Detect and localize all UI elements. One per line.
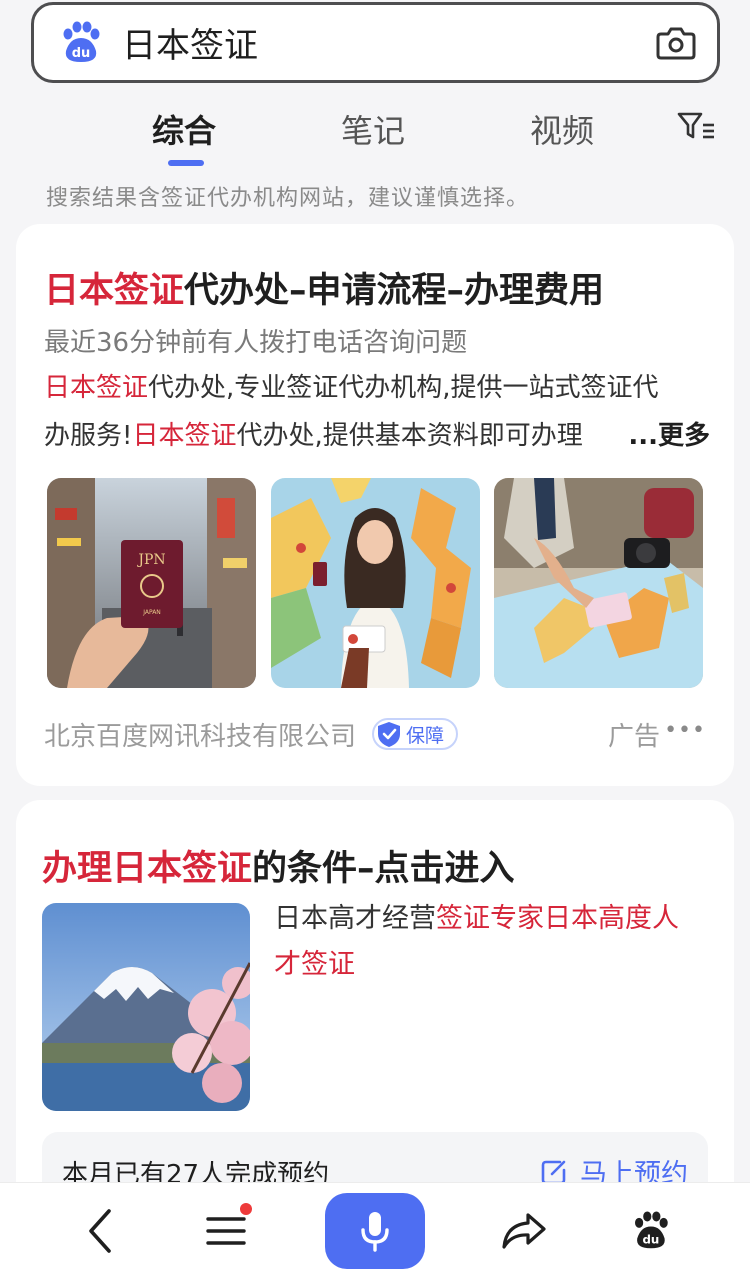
desc-text: 代办处,提供基本资料即可办理 xyxy=(236,421,583,451)
result-description: 日本签证代办处,专业签证代办机构,提供一站式签证代 办服务!日本签证代办处,提供… xyxy=(44,364,710,460)
advertiser-name[interactable]: 北京百度网讯科技有限公司 xyxy=(44,716,356,753)
passport-sublabel: JAPAN xyxy=(142,609,161,616)
mic-button-bg xyxy=(325,1193,425,1269)
microphone-icon xyxy=(361,1212,389,1252)
search-input[interactable]: 日本签证 xyxy=(122,18,653,67)
svg-text:du: du xyxy=(642,1233,659,1247)
guarantee-badge[interactable]: 保障 xyxy=(372,718,459,750)
more-options-icon[interactable]: ••• xyxy=(664,718,706,743)
title-keyword: 办理日本签证 xyxy=(42,849,253,889)
image-strip: JPN JAPAN xyxy=(47,478,703,688)
ad-footer: 北京百度网讯科技有限公司 保障 广告 ••• xyxy=(44,714,708,754)
map-planning-image[interactable] xyxy=(494,478,703,688)
desc-text: 日本高才经营 xyxy=(274,903,436,934)
menu-button[interactable] xyxy=(196,1183,256,1278)
menu-icon xyxy=(206,1217,246,1245)
filter-icon[interactable] xyxy=(676,108,716,144)
share-icon xyxy=(502,1213,546,1249)
back-arrow-icon xyxy=(89,1209,111,1253)
result-subtitle: 最近36分钟前有人拨打电话咨询问题 xyxy=(44,328,468,358)
ad-result-card[interactable]: 日本签证代办处–申请流程–办理费用 最近36分钟前有人拨打电话咨询问题 日本签证… xyxy=(16,224,734,786)
shield-check-icon xyxy=(378,722,401,747)
desc-line-1: 日本签证代办处,专业签证代办机构,提供一站式签证代 xyxy=(44,364,710,412)
result-description: 日本高才经营签证专家日本高度人才签证 xyxy=(274,896,704,988)
badge-label: 保障 xyxy=(406,724,445,747)
desc-keyword: 日本签证 xyxy=(44,373,149,403)
desc-keyword: 日本签证 xyxy=(132,421,237,451)
title-text: 代办处–申请流程–办理费用 xyxy=(184,271,605,311)
tab-notes[interactable]: 笔记 xyxy=(341,106,405,152)
notification-dot xyxy=(240,1203,252,1215)
title-text: 的条件–点击进入 xyxy=(252,849,515,889)
active-tab-indicator xyxy=(168,160,204,166)
back-button[interactable] xyxy=(70,1183,130,1278)
mount-fuji-image[interactable] xyxy=(42,903,250,1111)
tab-videos[interactable]: 视频 xyxy=(530,106,594,152)
more-link[interactable]: ...更多 xyxy=(590,412,710,460)
desc-text: 代办处,专业签证代办机构,提供一站式签证代 xyxy=(148,373,659,403)
risk-notice: 搜索结果含签证代办机构网站，建议谨慎选择。 xyxy=(46,186,530,211)
ad-label: 广告 xyxy=(607,721,660,752)
baidu-paw-icon: du xyxy=(635,1211,668,1249)
passport-label: JPN xyxy=(136,552,165,568)
svg-text:du: du xyxy=(72,46,91,61)
title-keyword: 日本签证 xyxy=(44,271,185,311)
voice-search-button[interactable] xyxy=(325,1183,425,1278)
baidu-home-button[interactable]: du xyxy=(620,1183,680,1278)
baidu-paw-icon[interactable]: du xyxy=(58,21,102,65)
traveler-map-image[interactable] xyxy=(270,478,480,688)
result-title[interactable]: 日本签证代办处–申请流程–办理费用 xyxy=(44,262,604,313)
passport-street-image[interactable]: JPN JAPAN xyxy=(47,478,256,688)
result-title[interactable]: 办理日本签证的条件–点击进入 xyxy=(42,840,515,891)
search-bar[interactable]: du 日本签证 xyxy=(31,2,720,83)
result-tabs: 综合 笔记 视频 xyxy=(0,100,750,170)
bottom-nav: du xyxy=(0,1182,750,1278)
camera-icon[interactable] xyxy=(653,20,699,66)
tab-comprehensive[interactable]: 综合 xyxy=(152,106,216,152)
desc-line-2: 办服务!日本签证代办处,提供基本资料即可办理 ...更多 xyxy=(44,412,710,460)
result-card-2[interactable]: 办理日本签证的条件–点击进入 日本高才经营签证专家日本高度人才签证 本月已有27… xyxy=(16,800,734,1220)
share-button[interactable] xyxy=(494,1183,554,1278)
desc-text: 办服务! xyxy=(44,421,133,451)
